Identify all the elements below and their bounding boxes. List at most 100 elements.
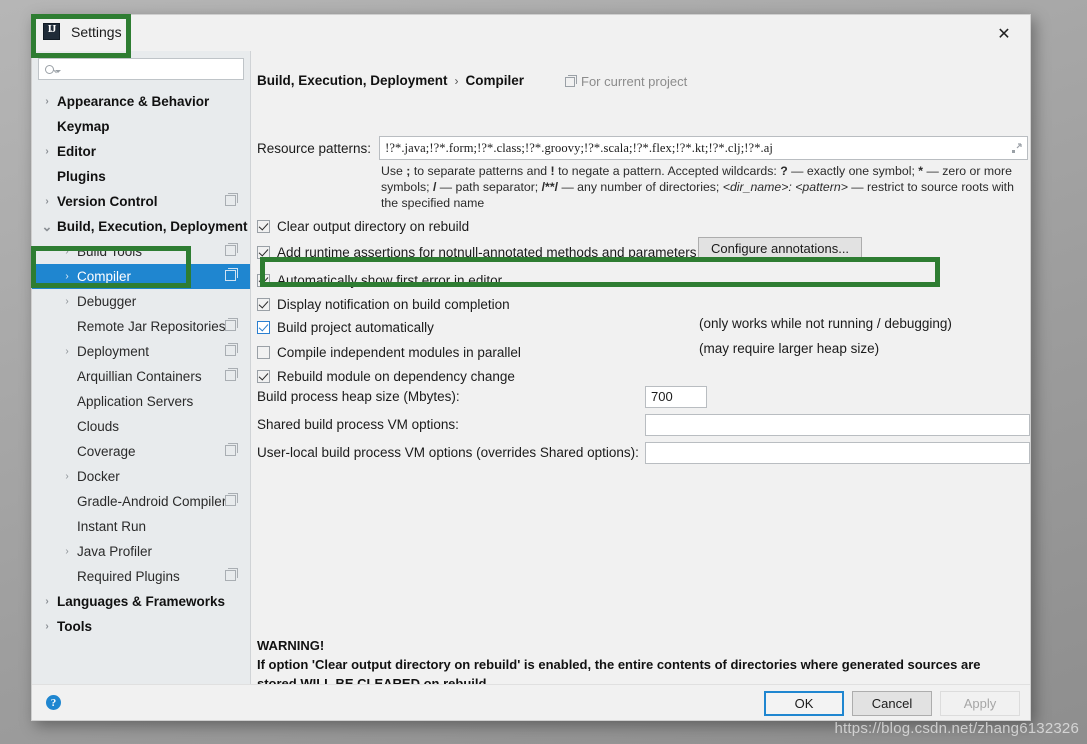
- chevron-right-icon[interactable]: ›: [40, 146, 54, 157]
- sidebar-item-debugger[interactable]: › Debugger: [32, 289, 250, 314]
- for-current-project-label: For current project: [581, 74, 688, 89]
- chevron-right-icon[interactable]: ›: [60, 471, 74, 482]
- sidebar-item-label: Arquillian Containers: [77, 369, 202, 384]
- sidebar-item-compiler[interactable]: › Compiler: [32, 264, 250, 289]
- for-current-project-badge: For current project: [565, 74, 687, 89]
- field-row-build-process-heap-size-mbytes: Build process heap size (Mbytes):: [257, 385, 707, 408]
- hint-seg-11: — path separator;: [439, 180, 542, 195]
- chevron-right-icon[interactable]: ›: [40, 96, 54, 107]
- chevron-right-icon[interactable]: ›: [60, 246, 74, 257]
- hint-seg-14: <dir_name>: <pattern>: [722, 180, 852, 195]
- search-input[interactable]: [38, 58, 244, 80]
- sidebar-item-plugins[interactable]: ›Plugins: [32, 164, 250, 189]
- chevron-right-icon[interactable]: ›: [60, 346, 74, 357]
- resource-patterns-input[interactable]: !?*.java;!?*.form;!?*.class;!?*.groovy;!…: [379, 136, 1029, 160]
- sidebar-item-keymap[interactable]: ›Keymap: [32, 114, 250, 139]
- checkbox-icon[interactable]: [257, 219, 270, 233]
- hint-seg-2: ;: [406, 164, 414, 178]
- checkbox-icon[interactable]: [257, 345, 270, 359]
- chevron-right-icon[interactable]: ›: [60, 546, 74, 557]
- help-icon[interactable]: ?: [46, 695, 61, 710]
- checkbox-icon[interactable]: [257, 320, 270, 334]
- checkbox-row-clear-output-directory-on-rebuild[interactable]: Clear output directory on rebuild: [257, 215, 469, 237]
- sidebar-item-remote-jar-repositories[interactable]: ›Remote Jar Repositories: [32, 314, 250, 339]
- sidebar-item-appearance-behavior[interactable]: › Appearance & Behavior: [32, 89, 250, 114]
- chevron-right-icon[interactable]: ›: [60, 296, 74, 307]
- checkbox-icon[interactable]: [257, 245, 270, 259]
- ok-button[interactable]: OK: [764, 691, 844, 716]
- checkbox-row-rebuild-module-on-dependency-change[interactable]: Rebuild module on dependency change: [257, 365, 515, 387]
- sidebar-item-deployment[interactable]: › Deployment: [32, 339, 250, 364]
- sidebar-item-label: Application Servers: [77, 394, 194, 409]
- apply-button[interactable]: Apply: [940, 691, 1020, 716]
- checkbox-row-build-project-automatically[interactable]: Build project automatically: [257, 316, 434, 338]
- project-scope-icon: [225, 368, 238, 381]
- checkbox-icon[interactable]: [257, 369, 270, 383]
- checkbox-note: (only works while not running / debuggin…: [699, 316, 952, 331]
- checkbox-row-add-runtime-assertions-for-notnull-annotated-methods-and-parameters[interactable]: Add runtime assertions for notnull-annot…: [257, 241, 697, 263]
- configure-annotations-button-wrap: Configure annotations...: [698, 236, 863, 260]
- sidebar-item-languages-frameworks[interactable]: › Languages & Frameworks: [32, 589, 250, 614]
- warning-title: WARNING!: [257, 638, 325, 653]
- sidebar-item-required-plugins[interactable]: ›Required Plugins: [32, 564, 250, 589]
- cancel-button[interactable]: Cancel: [852, 691, 932, 716]
- checkbox-label: Add runtime assertions for notnull-annot…: [277, 244, 697, 260]
- resource-patterns-label: Resource patterns:: [257, 140, 372, 156]
- sidebar-item-label: Plugins: [57, 169, 106, 184]
- sidebar-item-gradle-android-compiler[interactable]: ›Gradle-Android Compiler: [32, 489, 250, 514]
- sidebar-item-label: Build, Execution, Deployment: [57, 219, 248, 234]
- sidebar-item-label: Appearance & Behavior: [57, 94, 210, 109]
- compiler-settings-pane: Build, Execution, Deployment › Compiler …: [251, 51, 1030, 691]
- sidebar-item-coverage[interactable]: ›Coverage: [32, 439, 250, 464]
- sidebar-item-label: Java Profiler: [77, 544, 153, 559]
- field-input-shared-build-process-vm-options[interactable]: [645, 413, 1030, 436]
- sidebar-item-clouds[interactable]: ›Clouds: [32, 414, 250, 439]
- field-label: User-local build process VM options (ove…: [257, 445, 639, 460]
- search-icon: [45, 64, 54, 74]
- sidebar-item-arquillian-containers[interactable]: ›Arquillian Containers: [32, 364, 250, 389]
- sidebar-item-build-execution-deployment[interactable]: ⌄ Build, Execution, Deployment: [32, 214, 250, 239]
- breadcrumb-current: Compiler: [465, 73, 525, 88]
- sidebar-item-instant-run[interactable]: ›Instant Run: [32, 514, 250, 539]
- sidebar-item-label: Coverage: [77, 444, 136, 459]
- settings-sidebar: ›Appearance & Behavior›Keymap›Editor›Plu…: [32, 51, 251, 686]
- sidebar-item-label: Keymap: [57, 119, 110, 134]
- chevron-right-icon[interactable]: ›: [40, 196, 54, 207]
- sidebar-item-java-profiler[interactable]: › Java Profiler: [32, 539, 250, 564]
- dialog-titlebar: Settings ✕: [32, 15, 1030, 51]
- breadcrumb-parent[interactable]: Build, Execution, Deployment: [257, 73, 448, 88]
- chevron-right-icon[interactable]: ›: [40, 596, 54, 607]
- expand-diagonal-icon[interactable]: [1006, 138, 1026, 158]
- sidebar-item-application-servers[interactable]: ›Application Servers: [32, 389, 250, 414]
- sidebar-item-label: Editor: [57, 144, 96, 159]
- resource-patterns-value: !?*.java;!?*.form;!?*.class;!?*.groovy;!…: [385, 140, 773, 155]
- sidebar-search-wrap: [32, 51, 250, 80]
- chevron-right-icon[interactable]: ›: [40, 621, 54, 632]
- field-input-build-process-heap-size-mbytes[interactable]: [645, 385, 707, 408]
- project-scope-icon: [565, 74, 577, 87]
- checkbox-icon[interactable]: [257, 297, 270, 311]
- sidebar-item-label: Build Tools: [77, 244, 143, 259]
- sidebar-item-label: Tools: [57, 619, 92, 634]
- checkbox-row-automatically-show-first-error-in-editor[interactable]: Automatically show first error in editor: [257, 269, 502, 291]
- checkbox-row-display-notification-on-build-completion[interactable]: Display notification on build completion: [257, 293, 510, 315]
- field-row-user-local-build-process-vm-options-overrides-shared-options: User-local build process VM options (ove…: [257, 441, 1030, 464]
- sidebar-item-build-tools[interactable]: › Build Tools: [32, 239, 250, 264]
- hint-seg-10: /: [432, 180, 440, 195]
- configure-annotations-button[interactable]: Configure annotations...: [698, 236, 863, 260]
- hint-seg-13: — any number of directories;: [561, 180, 723, 195]
- checkbox-icon[interactable]: [257, 273, 270, 287]
- field-input-user-local-build-process-vm-options-overrides-shared-options[interactable]: [645, 441, 1030, 464]
- chevron-down-icon[interactable]: ⌄: [40, 220, 54, 233]
- sidebar-item-version-control[interactable]: › Version Control: [32, 189, 250, 214]
- sidebar-item-docker[interactable]: › Docker: [32, 464, 250, 489]
- checkbox-row-compile-independent-modules-in-parallel[interactable]: Compile independent modules in parallel: [257, 341, 521, 363]
- sidebar-item-editor[interactable]: › Editor: [32, 139, 250, 164]
- project-scope-icon: [225, 568, 238, 581]
- sidebar-item-tools[interactable]: › Tools: [32, 614, 250, 639]
- chevron-right-icon[interactable]: ›: [60, 271, 74, 282]
- project-scope-icon: [225, 318, 238, 331]
- project-scope-icon: [225, 268, 238, 281]
- close-icon[interactable]: ✕: [982, 18, 1026, 48]
- dialog-body: ›Appearance & Behavior›Keymap›Editor›Plu…: [32, 51, 1030, 691]
